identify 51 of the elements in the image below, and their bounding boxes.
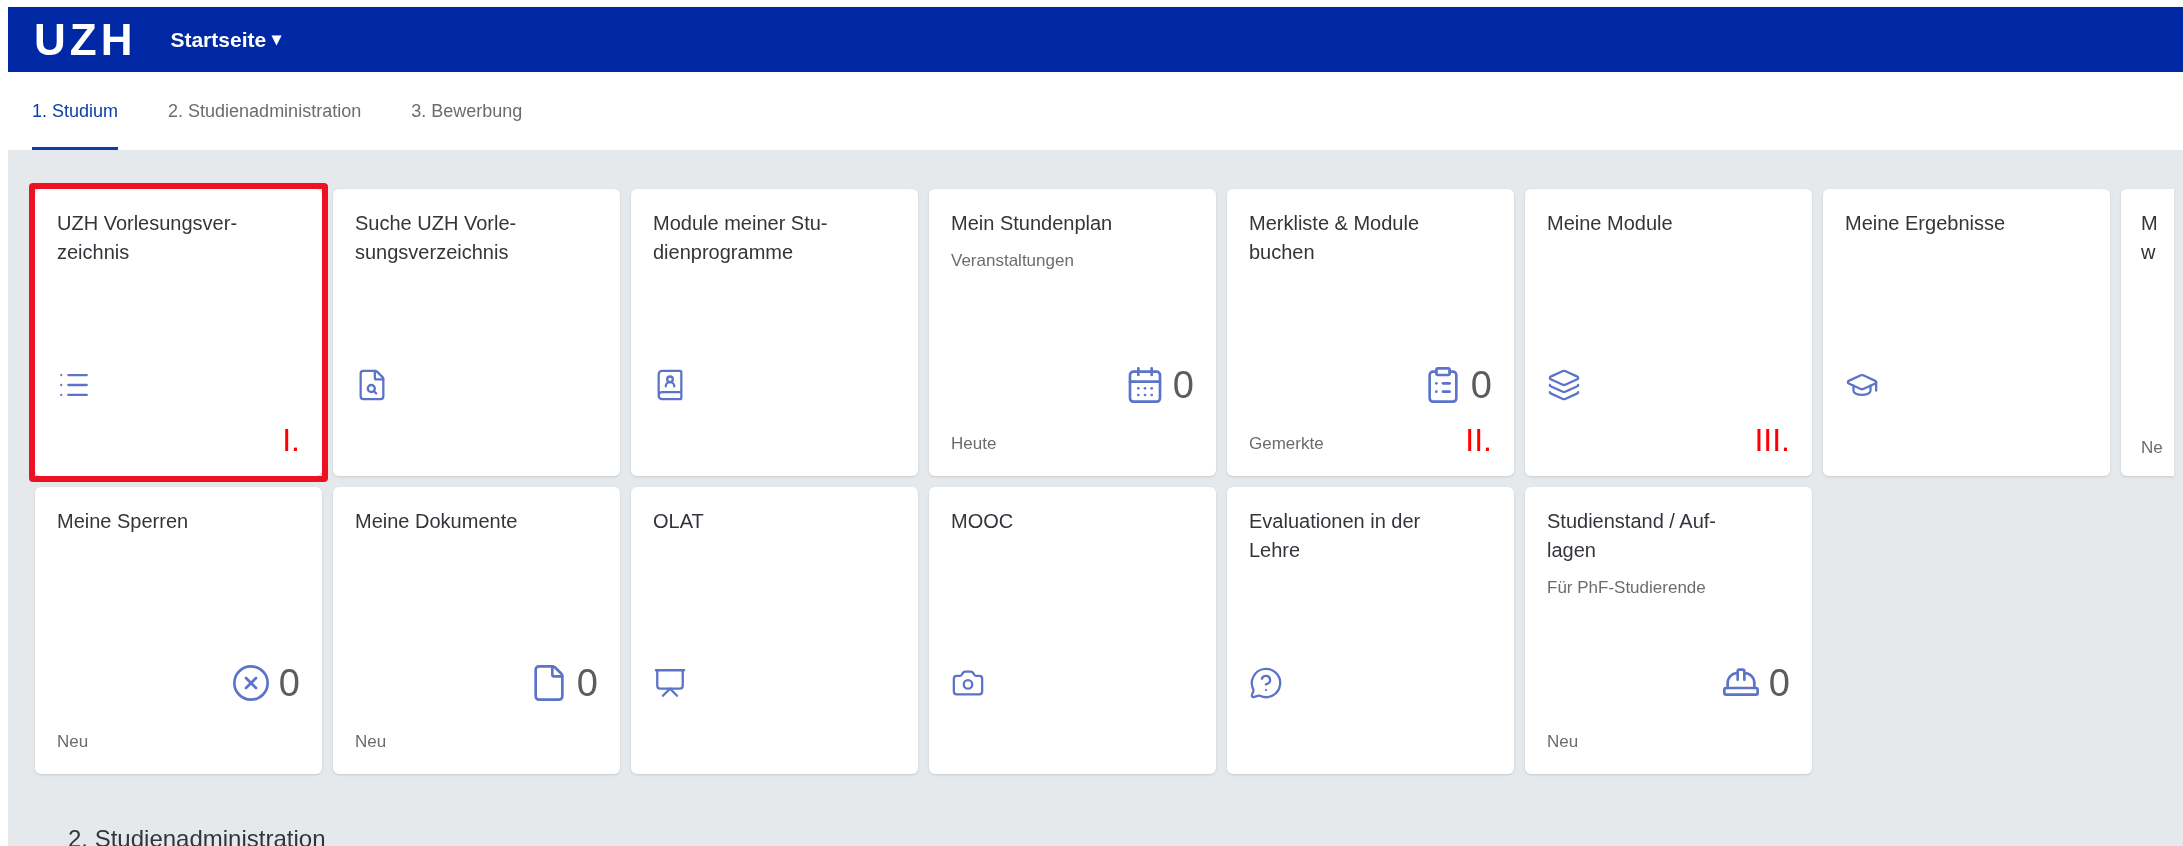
tile[interactable]: Suche UZH Vorle- sungsverzeichnis bbox=[333, 189, 620, 476]
tile-count: 0 bbox=[1172, 362, 1194, 408]
tile-title: Merkliste & Module buchen bbox=[1249, 211, 1421, 265]
tile-count: 0 bbox=[1768, 660, 1790, 706]
tab[interactable]: 3. Bewerbung bbox=[411, 90, 523, 150]
tile-title: Evaluationen in der Lehre bbox=[1249, 509, 1422, 563]
annotation-label: I. bbox=[282, 424, 300, 456]
tile[interactable]: MOOC bbox=[929, 487, 1216, 774]
tile[interactable]: Studienstand / Auf- lagen Für PhF-Studierende 0 Neu bbox=[1525, 487, 1812, 774]
logo: UZH bbox=[34, 17, 137, 62]
stacked-pages-icon bbox=[1547, 368, 1581, 402]
tile-footer: Heute bbox=[951, 430, 997, 456]
tile[interactable]: Meine Ergebnisse bbox=[1823, 189, 2110, 476]
tile-title: Meine Sperren bbox=[57, 509, 190, 534]
tile[interactable]: Module meiner Stu- dienprogramme bbox=[631, 189, 918, 476]
tile[interactable]: Evaluationen in der Lehre bbox=[1227, 487, 1514, 774]
tile[interactable]: Mein Stundenplan Veranstaltungen 0 Heute bbox=[929, 189, 1216, 476]
circle-x-icon bbox=[230, 663, 271, 703]
tile-title: Meine Ergebnisse bbox=[1845, 211, 2007, 236]
tile-count: 0 bbox=[278, 660, 300, 706]
tile-subtitle: Für PhF-Studierende bbox=[1547, 577, 1707, 599]
tile[interactable]: Meine Dokumente 0 Neu bbox=[333, 487, 620, 774]
tile-title: Meine Module bbox=[1547, 211, 1674, 236]
tile-count: 0 bbox=[1470, 362, 1492, 408]
tile-title: Studienstand / Auf- lagen bbox=[1547, 509, 1717, 563]
tile[interactable]: Meine Module III. bbox=[1525, 189, 1812, 476]
tile-title: Mein Stundenplan bbox=[951, 211, 1114, 236]
tile-footer: Neu bbox=[57, 728, 89, 754]
tile-title: M w bbox=[2141, 211, 2159, 265]
speech-bubble-icon bbox=[1249, 666, 1283, 700]
tile[interactable]: Meine Sperren 0 Neu bbox=[35, 487, 322, 774]
tile-title: MOOC bbox=[951, 509, 1015, 534]
tile[interactable]: M w Ne bbox=[2121, 189, 2174, 476]
tile[interactable]: OLAT bbox=[631, 487, 918, 774]
tile-title: Meine Dokumente bbox=[355, 509, 519, 534]
presentation-icon bbox=[653, 666, 687, 700]
tile-title: Module meiner Stu- dienprogramme bbox=[653, 211, 829, 265]
tile-footer: Ne bbox=[2141, 434, 2174, 460]
annotation-label: III. bbox=[1754, 424, 1790, 456]
tile-title: UZH Vorlesungsver- zeichnis bbox=[57, 211, 239, 265]
tab[interactable]: 2. Studienadministration bbox=[168, 90, 362, 150]
tile-title: OLAT bbox=[653, 509, 705, 534]
tile-footer: Neu bbox=[1547, 728, 1579, 754]
tile[interactable]: Merkliste & Module buchen 0 Gemerkte II. bbox=[1227, 189, 1514, 476]
tile-footer: Gemerkte bbox=[1249, 430, 1324, 456]
tile-footer: Neu bbox=[355, 728, 387, 754]
tile-title: Suche UZH Vorle- sungsverzeichnis bbox=[355, 211, 518, 265]
tile-count: 0 bbox=[576, 660, 598, 706]
annotation-label: II. bbox=[1465, 424, 1492, 456]
menu-button[interactable]: Startseite ▾ bbox=[170, 23, 282, 56]
tile-subtitle: Veranstaltungen bbox=[951, 250, 1075, 272]
